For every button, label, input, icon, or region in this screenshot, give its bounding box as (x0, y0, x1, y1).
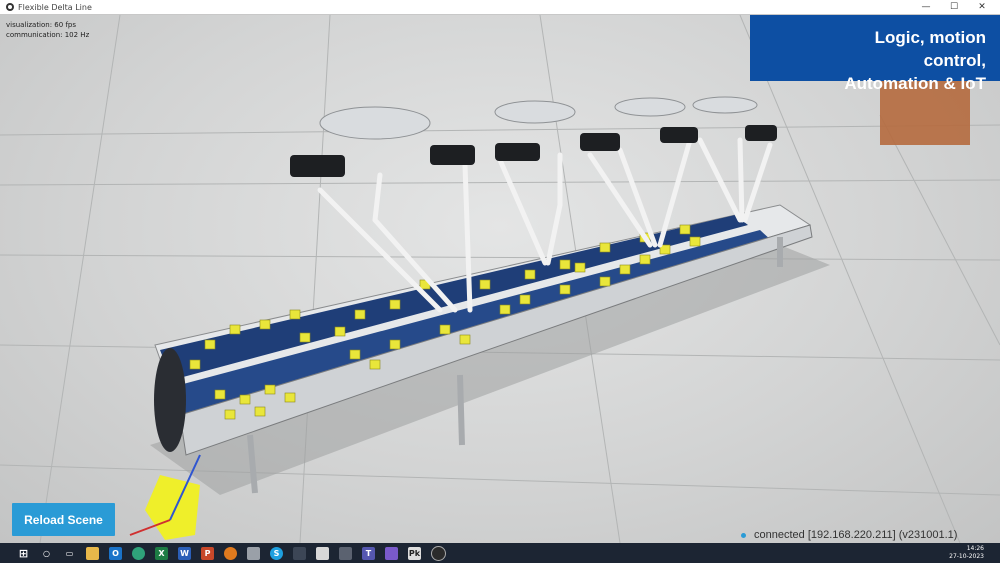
skype-icon[interactable]: S (270, 546, 283, 560)
maximize-button[interactable]: ☐ (940, 0, 968, 14)
unity-icon[interactable] (316, 546, 329, 560)
window-titlebar: Flexible Delta Line — ☐ ✕ (0, 0, 1000, 15)
search-icon[interactable]: ○ (40, 547, 53, 560)
app-icon (6, 3, 14, 11)
system-clock[interactable]: 14:26 27-10-2023 (949, 545, 984, 561)
banner-line-2: Automation & IoT (844, 74, 986, 93)
word-icon[interactable]: W (178, 546, 191, 560)
window-title: Flexible Delta Line (18, 2, 92, 12)
windows-icon[interactable]: ⊞ (17, 547, 30, 560)
task-view-icon[interactable]: ▭ (63, 547, 76, 560)
teams-icon[interactable]: T (362, 546, 375, 560)
media-icon[interactable] (293, 546, 306, 560)
visualization-fps: visualization: 60 fps (6, 21, 76, 29)
window-controls: — ☐ ✕ (912, 0, 996, 14)
communication-rate: communication: 102 Hz (6, 31, 90, 39)
snipping-icon[interactable] (247, 546, 260, 560)
promo-banner: Logic, motion control, Automation & IoT (750, 15, 1000, 93)
edge-icon[interactable] (132, 546, 145, 560)
obs-icon[interactable] (431, 545, 446, 561)
search-app-icon[interactable] (224, 546, 237, 560)
banner-line-1: Logic, motion control, (874, 28, 986, 70)
taskbar: ⊞ ○ ▭ O X W P S T Pk 14:26 27-10-2023 (0, 543, 1000, 563)
status-dot-icon (741, 532, 746, 538)
connection-status: connected [192.168.220.211] (v231001.1) (741, 529, 957, 541)
3d-viewport[interactable]: visualization: 60 fps communication: 102… (0, 15, 1000, 543)
performance-stats: visualization: 60 fps communication: 102… (6, 20, 89, 40)
reload-scene-button[interactable]: Reload Scene (12, 503, 115, 536)
connection-text: connected [192.168.220.211] (v231001.1) (754, 529, 958, 541)
close-button[interactable]: ✕ (968, 0, 996, 14)
paint-icon[interactable] (385, 546, 398, 560)
outlook-icon[interactable]: O (109, 546, 122, 560)
powerpoint-icon[interactable]: P (201, 546, 214, 560)
file-explorer-icon[interactable] (86, 546, 99, 560)
calculator-icon[interactable] (339, 546, 352, 560)
excel-icon[interactable]: X (155, 546, 168, 560)
vs-icon[interactable]: Pk (408, 546, 421, 560)
clock-time: 14:26 (966, 545, 984, 552)
minimize-button[interactable]: — (912, 0, 940, 14)
conveyor-end-roller (154, 348, 186, 452)
clock-date: 27-10-2023 (949, 553, 984, 560)
